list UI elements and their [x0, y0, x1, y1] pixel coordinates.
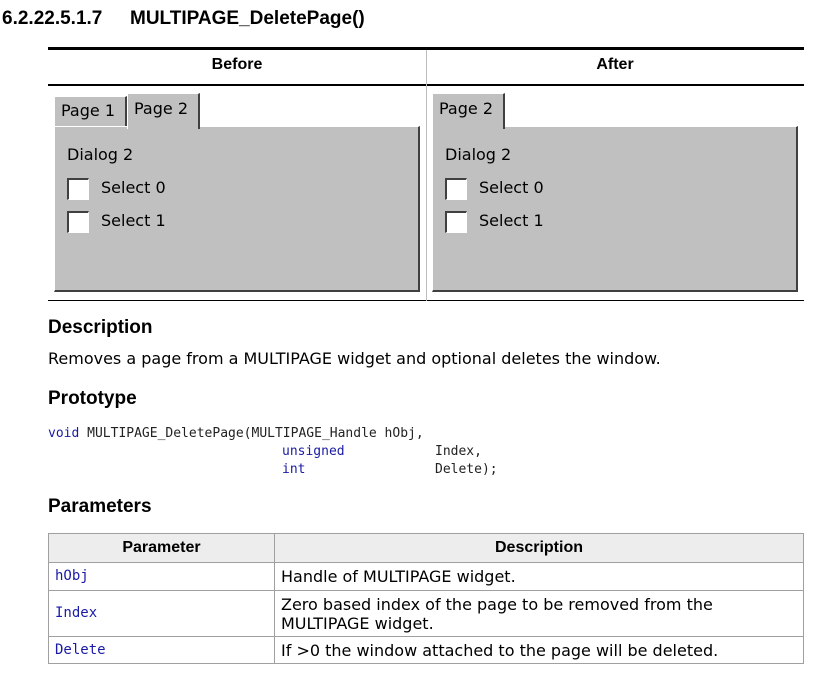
tab-page-2[interactable]: Page 2 [127, 93, 200, 129]
tab-page-2[interactable]: Page 2 [432, 93, 505, 129]
checkbox-label: Select 0 [479, 178, 544, 197]
description-text: Removes a page from a MULTIPAGE widget a… [48, 349, 661, 368]
checkbox-select-1[interactable] [67, 211, 89, 233]
dialog-label: Dialog 2 [445, 145, 512, 164]
after-column-header: After [596, 56, 634, 73]
prototype-heading: Prototype [48, 388, 137, 409]
checkbox-label: Select 0 [101, 178, 166, 197]
param-desc-cell: Handle of MULTIPAGE widget. [274, 562, 804, 591]
tab-page-1[interactable]: Page 1 [54, 96, 127, 126]
param-name-cell: Index [48, 590, 275, 637]
section-number: 6.2.22.5.1.7 [2, 8, 103, 29]
dialog-label: Dialog 2 [67, 145, 134, 164]
section-title: MULTIPAGE_DeletePage() [130, 8, 365, 29]
param-type: int [282, 462, 306, 477]
param-name: Index, [435, 444, 482, 459]
param-name: Delete); [435, 462, 498, 477]
prototype-line-3: int Delete); [282, 462, 498, 477]
column-header-description: Description [274, 533, 804, 563]
parameters-heading: Parameters [48, 496, 152, 517]
param-desc-cell: If >0 the window attached to the page wi… [274, 636, 804, 664]
checkbox-label: Select 1 [101, 211, 166, 230]
table-row: hObj Handle of MULTIPAGE widget. [48, 562, 804, 591]
checkbox-select-1[interactable] [445, 211, 467, 233]
param-desc-cell: Zero based index of the page to be remov… [274, 590, 804, 637]
prototype-line-2: unsigned Index, [282, 444, 482, 459]
table-header-row: Parameter Description [48, 533, 804, 563]
column-divider [426, 50, 427, 301]
param-name-cell: hObj [48, 562, 275, 591]
before-screenshot: Page 1 Page 2 Dialog 2 Select 0 Select 1 [52, 89, 422, 294]
multipage-client-area: Dialog 2 Select 0 Select 1 [432, 126, 798, 292]
param-name-cell: Delete [48, 636, 275, 664]
param-type: unsigned [282, 444, 345, 459]
before-column-header: Before [211, 56, 263, 73]
checkbox-label: Select 1 [479, 211, 544, 230]
checkbox-select-0[interactable] [445, 178, 467, 200]
multipage-client-area: Dialog 2 Select 0 Select 1 [54, 126, 420, 292]
table-row: Delete If >0 the window attached to the … [48, 636, 804, 664]
prototype-line-1: void MULTIPAGE_DeletePage(MULTIPAGE_Hand… [48, 426, 424, 441]
before-after-table: Before After Page 1 Page 2 Dialog 2 Sele… [48, 47, 804, 301]
section-heading: 6.2.22.5.1.7 MULTIPAGE_DeletePage() [2, 8, 365, 30]
parameters-table: Parameter Description hObj Handle of MUL… [48, 533, 804, 664]
function-signature: MULTIPAGE_DeletePage(MULTIPAGE_Handle hO… [79, 426, 424, 441]
return-type: void [48, 426, 80, 441]
checkbox-select-0[interactable] [67, 178, 89, 200]
column-header-parameter: Parameter [48, 533, 275, 563]
table-row: Index Zero based index of the page to be… [48, 590, 804, 637]
description-heading: Description [48, 317, 153, 338]
after-screenshot: Page 2 Dialog 2 Select 0 Select 1 [430, 89, 800, 294]
